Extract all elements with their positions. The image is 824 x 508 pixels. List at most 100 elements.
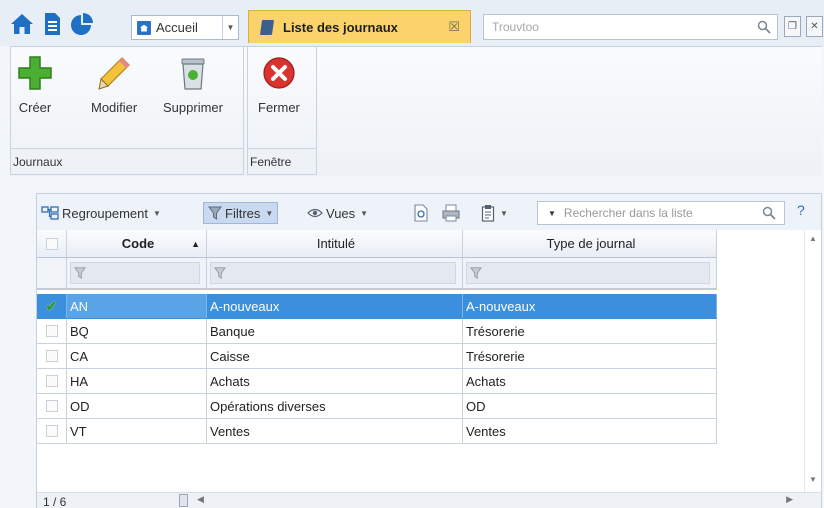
close-window-icon[interactable]: ✕ [806, 16, 823, 37]
tab-liste-des-journaux[interactable]: Liste des journaux ☒ [248, 10, 471, 43]
tab-accueil[interactable]: Accueil ▼ [131, 15, 239, 40]
document-icon[interactable] [40, 12, 64, 36]
sort-ascending-icon: ▲ [191, 238, 200, 249]
grid-filter-row [37, 258, 717, 290]
export-button[interactable]: ▼ [481, 202, 508, 224]
list-toolbar: Regroupement ▼ Filtres ▼ Vues ▼ ▼ ▼ Rech… [37, 194, 821, 230]
print-preview-icon [414, 204, 428, 222]
cell-type: Trésorerie [463, 319, 717, 343]
filter-icon [74, 267, 86, 279]
horizontal-scroll-grip[interactable] [179, 494, 188, 507]
journal-book-icon [259, 19, 275, 35]
search-icon[interactable] [757, 20, 771, 34]
close-button[interactable]: Fermer [258, 55, 300, 115]
table-row[interactable]: HA Achats Achats [37, 369, 717, 394]
table-row[interactable]: CA Caisse Trésorerie [37, 344, 717, 369]
row-checkbox[interactable]: ✔ [37, 294, 67, 318]
journal-grid: Code ▲ Intitulé Type de journal ✔ AN A-n… [37, 230, 717, 444]
row-checkbox[interactable] [37, 344, 67, 368]
cell-type: OD [463, 394, 717, 418]
ribbon-group-journaux-label: Journaux [11, 148, 243, 174]
row-checkbox[interactable] [37, 419, 67, 443]
table-row[interactable]: OD Opérations diverses OD [37, 394, 717, 419]
views-label: Vues [326, 205, 356, 221]
filter-row-spacer [37, 258, 67, 288]
filter-icon [470, 267, 482, 279]
search-icon[interactable] [762, 206, 776, 220]
vertical-scrollbar[interactable]: ▲ ▼ [804, 230, 821, 492]
delete-button[interactable]: Supprimer [163, 55, 223, 115]
list-search-placeholder: Rechercher dans la liste [563, 206, 693, 220]
cell-type: A-nouveaux [463, 294, 717, 318]
table-row[interactable]: ✔ AN A-nouveaux A-nouveaux [37, 294, 717, 319]
row-checkbox[interactable] [37, 319, 67, 343]
column-header-code[interactable]: Code ▲ [67, 230, 207, 257]
pager-count: 1 / 6 [43, 495, 67, 508]
table-row[interactable]: BQ Banque Trésorerie [37, 319, 717, 344]
filter-icon [208, 206, 222, 220]
cell-code: OD [67, 394, 207, 418]
chevron-down-icon: ▼ [265, 208, 274, 218]
scroll-up-icon[interactable]: ▲ [809, 234, 817, 243]
cell-intitule: Banque [207, 319, 463, 343]
print-preview-button[interactable] [413, 202, 429, 224]
close-tab-icon[interactable]: ☒ [448, 19, 460, 35]
list-footer: 1 / 6 ◀ ▶ [37, 492, 821, 508]
cell-intitule: Ventes [207, 419, 463, 443]
chevron-down-icon[interactable]: ▼ [222, 16, 238, 39]
filter-code-cell [67, 258, 207, 288]
tab-liste-des-journaux-label: Liste des journaux [283, 19, 398, 35]
select-all-checkbox[interactable] [37, 230, 67, 257]
clipboard-icon [481, 205, 495, 222]
scroll-right-icon[interactable]: ▶ [786, 494, 793, 505]
close-button-label: Fermer [258, 100, 300, 115]
cell-code: VT [67, 419, 207, 443]
home-small-icon [137, 20, 151, 35]
filter-intitule-cell [207, 258, 463, 288]
print-button[interactable] [441, 202, 461, 224]
global-search-input[interactable]: Trouvtoo [483, 14, 778, 40]
filter-code-input[interactable] [70, 262, 200, 284]
search-options-chevron-icon[interactable]: ▼ [548, 209, 556, 218]
chevron-down-icon: ▼ [153, 208, 161, 218]
ribbon-group-journaux: Créer Modifier Supprimer Journaux [10, 47, 244, 175]
restore-window-icon[interactable]: ❐ [784, 16, 801, 37]
close-icon [263, 57, 295, 89]
delete-button-label: Supprimer [163, 100, 223, 115]
cell-intitule: Caisse [207, 344, 463, 368]
ribbon: Créer Modifier Supprimer Journaux Fermer… [10, 46, 822, 176]
ribbon-group-fenetre: Fermer Fenêtre [247, 47, 317, 175]
grouping-button[interactable]: Regroupement ▼ [41, 202, 161, 224]
cell-type: Ventes [463, 419, 717, 443]
list-search-input[interactable]: ▼ Rechercher dans la liste [537, 201, 785, 225]
create-button[interactable]: Créer [17, 55, 53, 115]
modify-button[interactable]: Modifier [91, 55, 137, 115]
filters-button[interactable]: Filtres ▼ [203, 202, 279, 224]
create-button-label: Créer [18, 100, 52, 115]
help-icon[interactable]: ? [797, 202, 805, 218]
modify-button-label: Modifier [91, 100, 138, 115]
grid-header-row: Code ▲ Intitulé Type de journal [37, 230, 717, 258]
column-header-type[interactable]: Type de journal [463, 230, 717, 257]
column-header-intitule[interactable]: Intitulé [207, 230, 463, 257]
filter-type-cell [463, 258, 717, 288]
filters-label: Filtres [225, 205, 261, 221]
row-checkbox[interactable] [37, 369, 67, 393]
scroll-down-icon[interactable]: ▼ [809, 475, 817, 484]
filter-intitule-input[interactable] [210, 262, 456, 284]
filter-type-input[interactable] [466, 262, 710, 284]
cell-code: CA [67, 344, 207, 368]
scroll-left-icon[interactable]: ◀ [197, 494, 204, 505]
grouping-label: Regroupement [62, 205, 148, 221]
table-row[interactable]: VT Ventes Ventes [37, 419, 717, 444]
eye-icon [307, 208, 323, 218]
pencil-icon [98, 57, 130, 90]
home-icon[interactable] [10, 12, 34, 36]
pie-chart-icon[interactable] [70, 12, 94, 36]
filter-icon [214, 267, 226, 279]
add-icon [18, 56, 52, 90]
chevron-down-icon: ▼ [500, 208, 508, 218]
row-checkbox[interactable] [37, 394, 67, 418]
views-button[interactable]: Vues ▼ [307, 202, 368, 224]
cell-intitule: Opérations diverses [207, 394, 463, 418]
